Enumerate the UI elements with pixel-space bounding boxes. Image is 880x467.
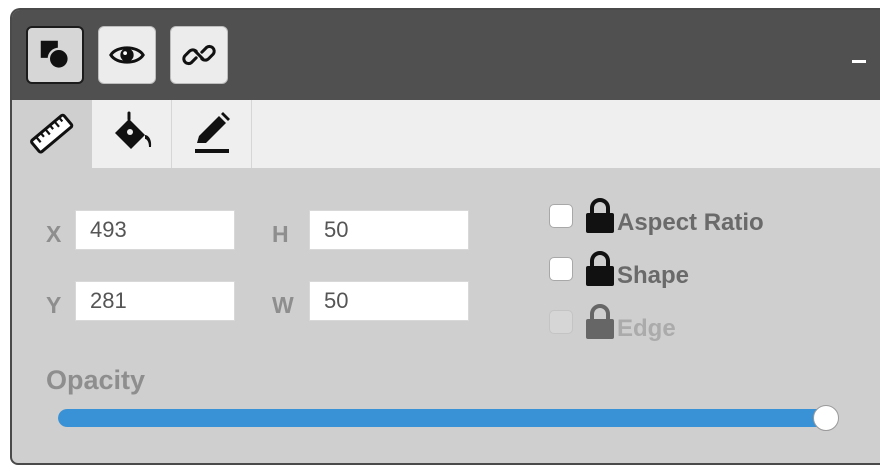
tab-measure[interactable] — [12, 100, 92, 168]
eye-icon — [109, 46, 145, 64]
edge-label: Edge — [617, 315, 676, 342]
tab-fill[interactable] — [92, 100, 172, 168]
width-input[interactable] — [309, 281, 469, 321]
opacity-label: Opacity — [46, 365, 146, 395]
measure-tab-content: X H Y W Aspect Ratio Shape — [12, 168, 880, 463]
shapes-icon — [40, 40, 70, 70]
shapes-button[interactable] — [26, 26, 84, 84]
opacity-slider-track[interactable] — [58, 409, 830, 427]
panel-tabbar — [12, 100, 880, 168]
paint-bucket-icon — [114, 111, 151, 149]
ruler-icon — [30, 113, 74, 154]
opacity-slider-fill — [58, 409, 830, 427]
aspect-ratio-checkbox[interactable] — [549, 204, 573, 228]
x-label: X — [46, 221, 62, 247]
lock-shape[interactable]: Shape — [549, 251, 690, 289]
link-icon — [182, 44, 216, 66]
shape-label: Shape — [617, 262, 690, 289]
opacity-slider-thumb[interactable] — [813, 405, 839, 431]
height-input[interactable] — [309, 210, 469, 250]
tab-stroke[interactable] — [172, 100, 252, 168]
y-input[interactable] — [75, 281, 235, 321]
y-label: Y — [46, 292, 62, 318]
shape-checkbox[interactable] — [549, 257, 573, 281]
x-input[interactable] — [75, 210, 235, 250]
visibility-button[interactable] — [98, 26, 156, 84]
lock-icon — [586, 251, 614, 286]
link-button[interactable] — [170, 26, 228, 84]
w-label: W — [272, 292, 294, 318]
lock-icon — [586, 198, 614, 233]
aspect-ratio-label: Aspect Ratio — [617, 209, 764, 236]
lock-aspect-ratio[interactable]: Aspect Ratio — [549, 198, 764, 236]
minimize-icon[interactable] — [852, 60, 866, 63]
edge-checkbox — [549, 310, 573, 334]
lock-icon — [586, 304, 614, 339]
lock-edge: Edge — [549, 304, 676, 342]
pen-icon — [194, 112, 230, 153]
panel-titlebar — [12, 10, 880, 100]
properties-panel: X H Y W Aspect Ratio Shape — [10, 8, 880, 465]
h-label: H — [272, 221, 289, 247]
